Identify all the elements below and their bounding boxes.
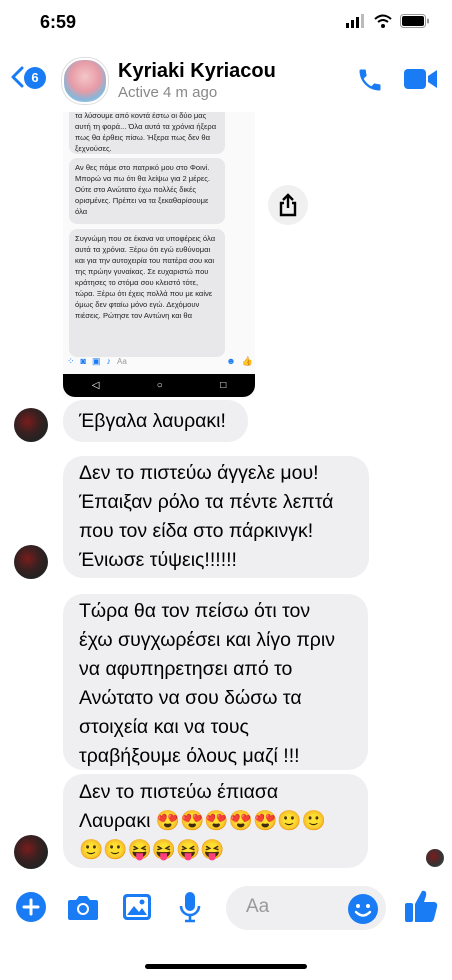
- shot-apps-icon: ⁘: [67, 355, 75, 366]
- shot-emoji-icon: ☻: [226, 356, 236, 366]
- shot-bubble-3: Συγνώμη που σε έκανα να υποφέρεις όλα αυ…: [69, 229, 225, 357]
- message-bubble[interactable]: Τώρα θα τον πείσω ότι τον έχω συγχωρέσει…: [63, 594, 368, 770]
- message-line: Ανώτατο να σου δώσω τα: [79, 687, 302, 709]
- message-line: που τον είδα στο πάρκινγκ!: [79, 520, 314, 542]
- message-line: Λαυρακι 😍😍😍😍😍🙂🙂: [79, 810, 326, 832]
- shot-toolbar: ⁘ ◙ ▣ ♪ Aa ☻ 👍: [67, 354, 253, 368]
- seen-receipt-avatar: [426, 849, 444, 867]
- sender-avatar[interactable]: [14, 408, 48, 442]
- battery-icon: [400, 14, 429, 28]
- more-actions-button[interactable]: [14, 890, 48, 924]
- share-button[interactable]: [268, 185, 308, 225]
- video-call-icon[interactable]: [404, 67, 438, 91]
- share-icon: [279, 193, 297, 217]
- message-line: Τώρα θα τον πείσω ότι τον: [79, 600, 311, 622]
- shot-camera-icon: ◙: [80, 356, 86, 366]
- camera-icon: [68, 896, 98, 920]
- sender-avatar[interactable]: [14, 835, 48, 869]
- contact-status: Active 4 m ago: [118, 84, 218, 101]
- unread-badge[interactable]: 6: [24, 67, 46, 89]
- message-line: τραβήξουμε όλους μαζί !!!: [79, 745, 300, 767]
- message-line: 🙂🙂😝😝😝😝: [79, 839, 225, 861]
- message-line: Ένιωσε τύψεις!!!!!!: [79, 549, 237, 571]
- shot-input-placeholder: Aa: [117, 356, 127, 366]
- message-line: Έπαιξαν ρόλο τα πέντε λεπτά: [79, 491, 334, 513]
- message-bubble[interactable]: Έβγαλα λαυρακι!: [63, 400, 248, 442]
- microphone-icon: [179, 892, 201, 923]
- shot-nav-home-icon: ○: [156, 380, 163, 391]
- shot-navbar: ◁ ○ □: [63, 374, 255, 397]
- image-attachment[interactable]: τα λύσουμε από κοντά έστω οι δύο μας αυτ…: [63, 112, 255, 397]
- message-bubble[interactable]: Δεν το πιστεύω έπιασα Λαυρακι 😍😍😍😍😍🙂🙂 🙂🙂…: [63, 774, 368, 868]
- message-line: έχω συγχωρέσει και λίγο πριν: [79, 629, 335, 651]
- shot-image-icon: ▣: [91, 355, 101, 366]
- message-line: Δεν το πιστεύω άγγελε μου!: [79, 462, 319, 484]
- contact-avatar[interactable]: [62, 58, 108, 104]
- status-icons: [346, 14, 430, 28]
- message-bubble[interactable]: Δεν το πιστεύω άγγελε μου! Έπαιξαν ρόλο …: [63, 456, 369, 578]
- shot-bubble-2: Αν θες πάμε στο πατρικό μου στο Φοινί. Μ…: [69, 158, 225, 224]
- camera-button[interactable]: [66, 890, 100, 924]
- message-input-placeholder: Aa: [246, 896, 270, 917]
- phone-icon[interactable]: [356, 66, 384, 94]
- message-line: Δεν το πιστεύω έπιασα: [79, 781, 279, 803]
- gallery-button[interactable]: [120, 890, 154, 924]
- shot-nav-back-icon: ◁: [91, 380, 100, 391]
- message-line: στοιχεία και να τους: [79, 716, 249, 738]
- emoji-icon[interactable]: [347, 893, 379, 925]
- plus-circle-icon: [16, 892, 46, 922]
- message-line: να αφυπηρετησει από το: [79, 658, 293, 680]
- shot-bubble-1: τα λύσουμε από κοντά έστω οι δύο μας αυτ…: [69, 112, 225, 154]
- shot-like-icon: 👍: [241, 355, 253, 366]
- signal-icon: [346, 14, 364, 28]
- shot-nav-recents-icon: □: [220, 380, 227, 391]
- wifi-icon: [374, 14, 392, 28]
- shot-mic-icon: ♪: [106, 356, 112, 366]
- status-time: 6:59: [40, 12, 77, 32]
- back-chevron-icon[interactable]: [10, 66, 24, 88]
- contact-name[interactable]: Kyriaki Kyriacou: [118, 60, 276, 83]
- voice-button[interactable]: [173, 890, 207, 924]
- thumbs-up-icon[interactable]: [404, 888, 438, 924]
- home-indicator: [145, 964, 307, 969]
- sender-avatar[interactable]: [14, 545, 48, 579]
- image-icon: [123, 894, 151, 920]
